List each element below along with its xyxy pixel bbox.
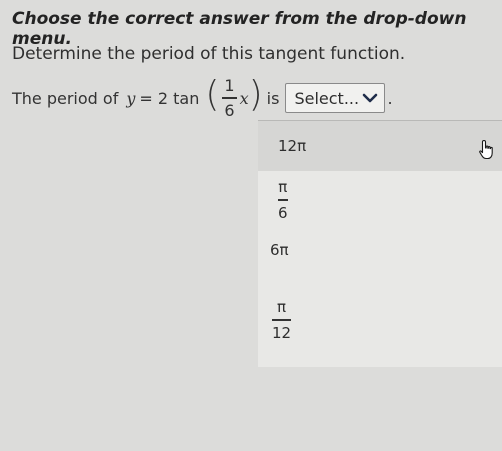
option-6pi[interactable]: 6π <box>258 233 502 267</box>
option-numerator: π <box>277 298 287 317</box>
left-paren: ( <box>205 74 220 115</box>
prompt-connector: is <box>266 88 280 108</box>
option-12pi[interactable]: 12π <box>258 121 502 171</box>
option-label: 6π <box>270 241 289 259</box>
select-value: Select... <box>294 88 360 108</box>
answer-select[interactable]: Select... <box>285 83 386 113</box>
option-label: 12π <box>278 137 307 155</box>
question-prompt: The period of y = 2 tan ( 1 6 x ) is Sel… <box>12 72 393 124</box>
equation-mid: = 2 tan <box>139 88 200 108</box>
prompt-trail: . <box>387 88 393 108</box>
option-denominator: 6 <box>278 203 288 222</box>
option-numerator: π <box>278 178 288 197</box>
option-pi-over-6[interactable]: π 6 <box>258 171 502 229</box>
equation-fraction: 1 6 <box>222 76 237 120</box>
option-fraction: π 12 <box>272 298 292 342</box>
fraction-numerator: 1 <box>224 76 235 96</box>
var-x: x <box>239 88 249 108</box>
dropdown-menu: 12π π 6 6π π 12 <box>258 120 502 367</box>
question-text: Determine the period of this tangent fun… <box>12 44 406 64</box>
prompt-lead: The period of <box>12 88 119 108</box>
option-pi-over-12[interactable]: π 12 <box>258 293 502 347</box>
hand-pointer-icon <box>479 139 493 160</box>
option-denominator: 12 <box>272 323 292 342</box>
chevron-down-icon <box>363 93 378 103</box>
instruction-text: Choose the correct answer from the drop-… <box>12 9 467 49</box>
right-paren: ) <box>248 74 263 115</box>
fraction-denominator: 6 <box>224 100 235 120</box>
var-y: y <box>126 88 136 108</box>
option-fraction: π 6 <box>278 178 288 222</box>
